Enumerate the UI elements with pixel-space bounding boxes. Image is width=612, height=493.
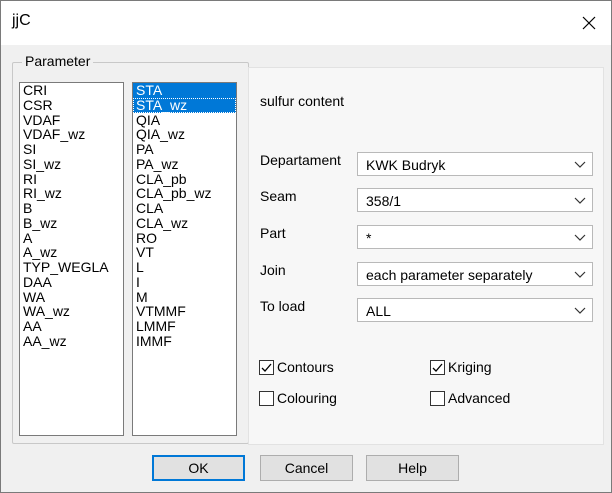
close-button[interactable]	[573, 7, 605, 39]
list-item[interactable]: CLA_wz	[133, 216, 236, 231]
contours-box[interactable]	[259, 359, 274, 375]
departament-combo[interactable]: KWK Budryk	[357, 152, 593, 176]
departament-label: Departament	[260, 152, 341, 168]
list-item[interactable]: AA_wz	[20, 334, 123, 349]
list-item[interactable]: WA	[20, 290, 123, 305]
close-icon	[582, 16, 596, 30]
ok-button[interactable]: OK	[152, 455, 245, 481]
chevron-down-icon	[574, 307, 586, 314]
list-item[interactable]: RI_wz	[20, 186, 123, 201]
departament-value: KWK Budryk	[366, 157, 446, 173]
list-item[interactable]: IMMF	[133, 334, 236, 349]
list-item[interactable]: A_wz	[20, 245, 123, 260]
settings-panel	[248, 67, 604, 445]
list-item[interactable]: DAA	[20, 275, 123, 290]
list-item[interactable]: L	[133, 260, 236, 275]
chevron-down-icon	[574, 271, 586, 278]
contours-label: Contours	[277, 359, 334, 375]
parameter-list-left[interactable]: CRI CSR VDAF VDAF_wz SI SI_wz RI RI_wz B B_wz A A_w…	[19, 82, 124, 436]
list-item[interactable]: WA_wz	[20, 304, 123, 319]
list-item[interactable]: QIA_wz	[133, 127, 236, 142]
parameter-group-label: Parameter	[22, 53, 94, 69]
advanced-checkbox[interactable]: Advanced	[430, 390, 510, 406]
list-item[interactable]: CLA_pb_wz	[133, 186, 236, 201]
list-item[interactable]: A	[20, 231, 123, 246]
advanced-box[interactable]	[430, 390, 445, 406]
kriging-label: Kriging	[448, 359, 492, 375]
to-load-value: ALL	[366, 303, 391, 319]
cancel-button[interactable]: Cancel	[260, 455, 353, 481]
part-label: Part	[260, 225, 286, 241]
list-item[interactable]: CSR	[20, 98, 123, 113]
colouring-checkbox[interactable]: Colouring	[259, 390, 337, 406]
list-item[interactable]: TYP_WEGLA	[20, 260, 123, 275]
list-item[interactable]: B_wz	[20, 216, 123, 231]
list-item[interactable]: I	[133, 275, 236, 290]
list-item[interactable]: STA_wz	[133, 97, 236, 113]
list-item[interactable]: B	[20, 201, 123, 216]
list-item[interactable]: CLA	[133, 201, 236, 216]
list-item[interactable]: QIA	[133, 113, 236, 128]
colouring-label: Colouring	[277, 390, 337, 406]
to-load-label: To load	[260, 298, 306, 314]
parameter-list-right[interactable]: STA STA_wz QIA QIA_wz PA PA_wz CLA_pb CLA_pb_wz…	[132, 82, 237, 436]
check-icon	[432, 363, 443, 372]
help-button[interactable]: Help	[366, 455, 459, 481]
list-item[interactable]: SI	[20, 142, 123, 157]
kriging-box[interactable]	[430, 359, 445, 375]
list-item[interactable]: CRI	[20, 83, 123, 98]
join-combo[interactable]: each parameter separately	[357, 262, 593, 286]
list-item[interactable]: RI	[20, 172, 123, 187]
chevron-down-icon	[574, 161, 586, 168]
list-item[interactable]: LMMF	[133, 319, 236, 334]
list-item[interactable]: STA	[133, 83, 236, 98]
list-item[interactable]: M	[133, 290, 236, 305]
list-item[interactable]: VTMMF	[133, 304, 236, 319]
kriging-checkbox[interactable]: Kriging	[430, 359, 492, 375]
list-item[interactable]: VDAF	[20, 113, 123, 128]
join-value: each parameter separately	[366, 267, 533, 283]
list-item[interactable]: CLA_pb	[133, 172, 236, 187]
part-combo[interactable]: *	[357, 225, 593, 249]
seam-value: 358/1	[366, 193, 402, 209]
list-item[interactable]: VT	[133, 245, 236, 260]
seam-label: Seam	[260, 188, 297, 204]
parameter-description: sulfur content	[260, 93, 345, 109]
to-load-combo[interactable]: ALL	[357, 298, 593, 322]
list-item[interactable]: SI_wz	[20, 157, 123, 172]
list-item[interactable]: PA	[133, 142, 236, 157]
list-item[interactable]: RO	[133, 231, 236, 246]
seam-combo[interactable]: 358/1	[357, 188, 593, 212]
window-title: jjC	[12, 12, 31, 29]
check-icon	[261, 363, 272, 372]
colouring-box[interactable]	[259, 390, 274, 406]
title-bar: jjC	[1, 1, 611, 45]
list-item[interactable]: PA_wz	[133, 157, 236, 172]
advanced-label: Advanced	[448, 390, 511, 406]
list-item[interactable]: AA	[20, 319, 123, 334]
contours-checkbox[interactable]: Contours	[259, 359, 334, 375]
join-label: Join	[260, 262, 286, 278]
chevron-down-icon	[574, 234, 586, 241]
list-item[interactable]: VDAF_wz	[20, 127, 123, 142]
part-value: *	[366, 230, 372, 246]
chevron-down-icon	[574, 197, 586, 204]
